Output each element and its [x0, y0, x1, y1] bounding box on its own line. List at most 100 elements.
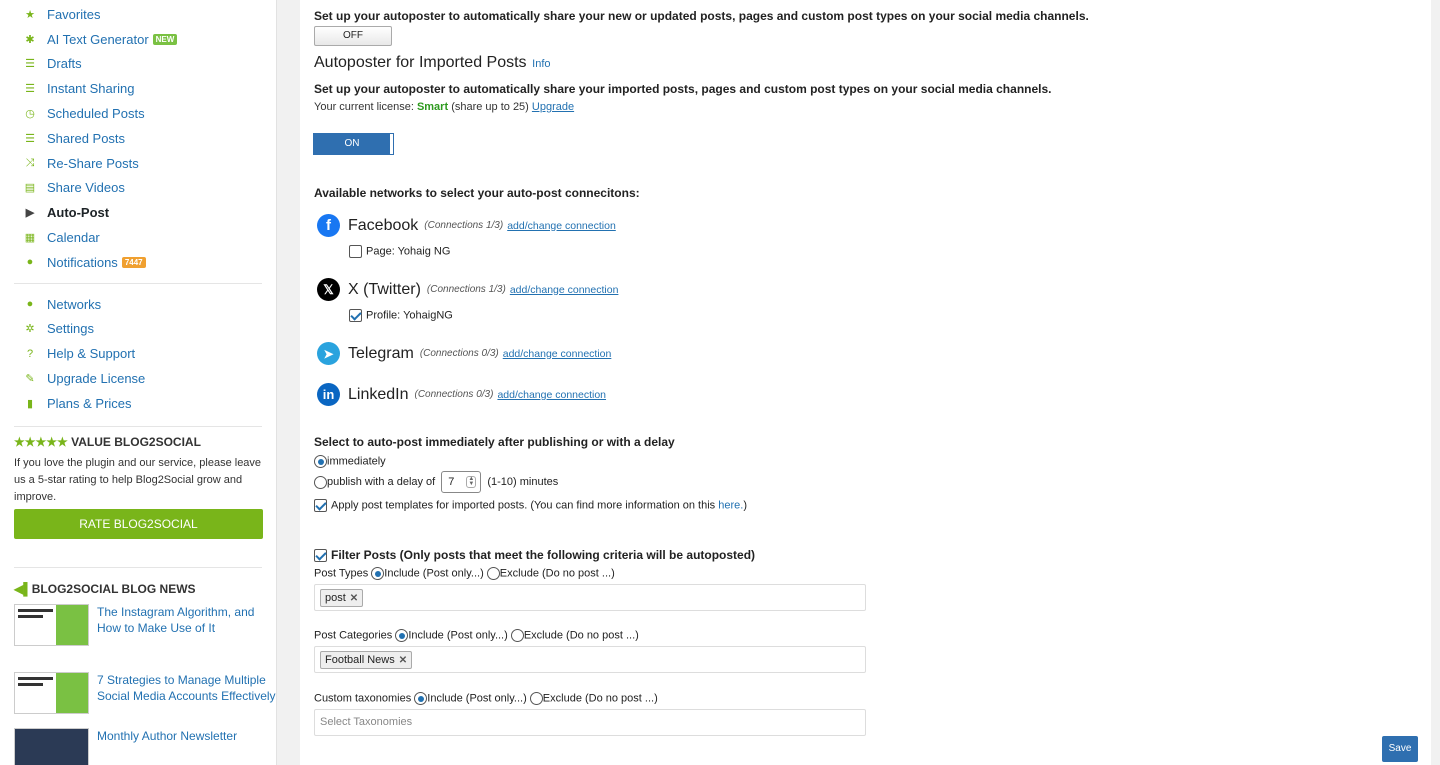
sidebar-item-label: Notifications: [47, 254, 118, 270]
twitter-profile-option[interactable]: Profile: YohaigNG: [349, 309, 453, 322]
sidebar-item-share-videos[interactable]: ▤ Share Videos: [22, 176, 276, 201]
news-thumbnail[interactable]: [14, 671, 89, 714]
sidebar-item-auto-post[interactable]: ▶ Auto-Post: [22, 200, 276, 225]
post-types-select[interactable]: post ✕: [314, 584, 866, 611]
save-button[interactable]: Save: [1382, 736, 1418, 762]
sidebar-item-networks[interactable]: ● Networks: [22, 292, 276, 317]
divider: [14, 282, 262, 284]
calendar-icon: ▦: [24, 232, 36, 245]
sidebar-item-label: Share Videos: [47, 180, 125, 196]
license-name: Smart: [416, 101, 449, 113]
category-tag: Football News ✕: [320, 651, 413, 669]
templates-here-link[interactable]: here.: [718, 499, 743, 511]
sidebar-item-scheduled-posts[interactable]: ◷ Scheduled Posts: [22, 101, 276, 126]
news-title-text: BLOG2SOCIAL BLOG NEWS: [31, 581, 196, 596]
twitter-profile-label: Profile: YohaigNG: [366, 309, 453, 322]
license-label: Your current license:: [314, 101, 414, 113]
sidebar-item-notifications[interactable]: ● Notifications 7447: [22, 250, 276, 275]
clock-icon: ◷: [25, 108, 35, 121]
network-name: LinkedIn: [348, 385, 409, 403]
sidebar-item-re-share-posts[interactable]: ⤨ Re-Share Posts: [22, 151, 276, 176]
rate-button[interactable]: RATE BLOG2SOCIAL: [14, 508, 263, 539]
post-categories-exclude-radio[interactable]: [510, 629, 524, 642]
ai-icon: ✱: [25, 33, 35, 46]
sidebar-item-ai-text-generator[interactable]: ✱ AI Text Generator NEW: [22, 27, 276, 52]
post-types-row: Post Types Include (Post only...) Exclud…: [314, 567, 615, 580]
sidebar-item-drafts[interactable]: ☰ Drafts: [22, 52, 276, 77]
upgrade-link[interactable]: Upgrade: [532, 101, 574, 113]
immediately-radio[interactable]: [314, 455, 327, 468]
network-name: Telegram: [348, 344, 414, 362]
post-categories-include-radio[interactable]: [395, 629, 409, 642]
filter-posts-option[interactable]: Filter Posts (Only posts that meet the f…: [314, 548, 756, 563]
twitter-profile-checkbox[interactable]: [349, 309, 362, 322]
connection-count: (Connections 0/3): [419, 348, 499, 359]
news-thumbnail[interactable]: [14, 603, 89, 646]
notification-count-badge: 7447: [121, 256, 146, 268]
delay-radio[interactable]: [314, 475, 327, 489]
filter-posts-label: Filter Posts (Only posts that meet the f…: [331, 548, 756, 562]
new-badge: NEW: [152, 33, 178, 45]
connection-count: (Connections 1/3): [426, 284, 506, 295]
linkedin-change-connection-link[interactable]: add/change connection: [497, 389, 606, 401]
sidebar-item-upgrade-license[interactable]: ✎ Upgrade License: [22, 366, 276, 391]
news-link[interactable]: 7 Strategies to Manage Multiple Social M…: [97, 672, 276, 714]
news-link[interactable]: The Instagram Algorithm, and How to Make…: [97, 604, 276, 646]
connection-count: (Connections 1/3): [424, 220, 504, 231]
delay-minutes-input[interactable]: 7 ▲ ▼: [441, 471, 482, 493]
sidebar-item-shared-posts[interactable]: ☰ Shared Posts: [22, 126, 276, 151]
telegram-icon: ➤: [317, 342, 340, 365]
tag-label: Football News: [325, 654, 395, 666]
sidebar-item-calendar[interactable]: ▦ Calendar: [22, 225, 276, 250]
sidebar-item-instant-sharing[interactable]: ☰ Instant Sharing: [22, 76, 276, 101]
info-link[interactable]: Info: [532, 58, 550, 70]
megaphone-icon: ◀▌: [14, 581, 32, 596]
sidebar-item-label: Drafts: [47, 56, 82, 72]
filter-posts-checkbox[interactable]: [314, 549, 327, 563]
spinner-icon[interactable]: ▲ ▼: [466, 476, 477, 488]
custom-taxonomies-select[interactable]: Select Taxonomies: [314, 709, 866, 736]
templates-checkbox[interactable]: [314, 499, 327, 512]
list-icon: ☰: [25, 132, 35, 145]
imported-autoposter-toggle[interactable]: ON: [313, 133, 394, 155]
remove-tag-icon[interactable]: ✕: [350, 593, 358, 604]
sidebar-item-favorites[interactable]: ★ Favorites: [22, 2, 276, 27]
sidebar-item-settings[interactable]: ✲ Settings: [22, 317, 276, 342]
delay-option[interactable]: publish with a delay of 7 ▲ ▼ (1-10) minut…: [314, 471, 558, 493]
tag-label: post: [325, 592, 346, 604]
immediately-option[interactable]: immediately: [314, 455, 386, 468]
autoposter-toggle[interactable]: OFF: [314, 26, 392, 46]
news-item[interactable]: Monthly Author Newsletter: [14, 727, 276, 765]
telegram-change-connection-link[interactable]: add/change connection: [503, 348, 612, 360]
sidebar-item-label: Help & Support: [47, 346, 136, 362]
bars-icon: ▮: [26, 397, 34, 410]
twitter-change-connection-link[interactable]: add/change connection: [510, 284, 619, 296]
custom-taxonomies-include-radio[interactable]: [414, 692, 428, 705]
post-categories-select[interactable]: Football News ✕: [314, 646, 866, 673]
license-line: Your current license: Smart (share up to…: [314, 101, 574, 113]
value-text: If you love the plugin and our service, …: [14, 456, 262, 503]
sidebar-item-label: Plans & Prices: [47, 395, 132, 411]
sidebar-item-label: AI Text Generator: [47, 31, 149, 47]
post-types-include-radio[interactable]: [371, 567, 385, 580]
connection-count: (Connections 0/3): [414, 389, 494, 400]
sidebar-item-help-support[interactable]: ? Help & Support: [22, 341, 276, 366]
sidebar-item-label: Favorites: [47, 6, 101, 22]
linkedin-icon: in: [317, 383, 340, 406]
news-item[interactable]: 7 Strategies to Manage Multiple Social M…: [14, 671, 276, 714]
remove-tag-icon[interactable]: ✕: [399, 655, 407, 666]
post-types-exclude-radio[interactable]: [486, 567, 500, 580]
sidebar-item-plans-prices[interactable]: ▮ Plans & Prices: [22, 391, 276, 416]
custom-taxonomies-exclude-radio[interactable]: [529, 692, 543, 705]
x-icon: 𝕏: [317, 278, 340, 301]
play-icon: ▶: [25, 207, 35, 220]
news-thumbnail[interactable]: [14, 727, 89, 765]
facebook-page-checkbox[interactable]: [349, 245, 362, 258]
sidebar-item-label: Upgrade License: [47, 371, 146, 387]
facebook-change-connection-link[interactable]: add/change connection: [507, 220, 616, 232]
main-panel: Set up your autoposter to automatically …: [300, 0, 1431, 765]
news-item[interactable]: The Instagram Algorithm, and How to Make…: [14, 603, 276, 646]
facebook-page-option[interactable]: Page: Yohaig NG: [349, 245, 450, 258]
news-link[interactable]: Monthly Author Newsletter: [97, 728, 237, 765]
templates-option[interactable]: Apply post templates for imported posts.…: [314, 499, 747, 512]
